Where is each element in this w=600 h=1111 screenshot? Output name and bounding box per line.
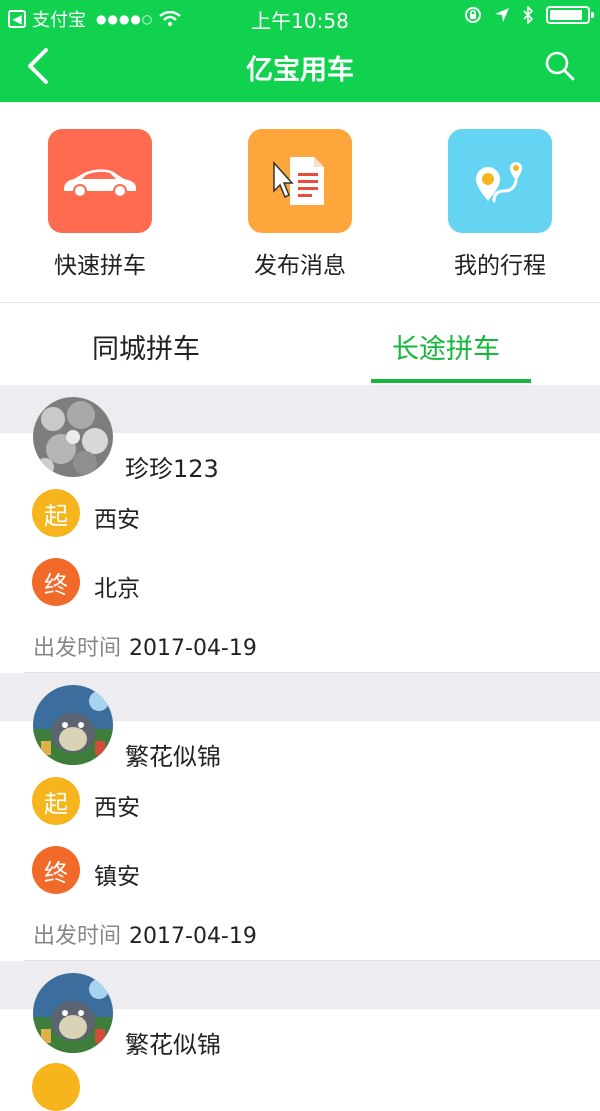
map-pin-route-icon [448, 129, 552, 233]
action-label: 快速拼车 [54, 253, 146, 279]
location-arrow-icon [495, 8, 509, 22]
username: 珍珍123 [125, 455, 219, 483]
active-tab-indicator [371, 379, 531, 383]
username: 繁花似锦 [125, 1031, 221, 1059]
avatar[interactable] [33, 397, 113, 477]
start-location: 西安 [94, 507, 140, 533]
start-badge: 起 [32, 777, 80, 825]
departure-label: 出发时间 [33, 636, 122, 661]
status-bar: ◀ 支付宝 ●●●●○ 上午10:58 [0, 0, 600, 34]
post-card[interactable]: 繁花似锦 起 西安 终 镇安 出发时间 2017-04-19 [0, 685, 600, 961]
end-badge: 终 [32, 558, 80, 606]
action-publish-message[interactable]: 发布消息 [225, 129, 375, 280]
username: 繁花似锦 [125, 743, 221, 771]
battery-icon [546, 6, 594, 24]
tab-bar: 同城拼车 长途拼车 [0, 303, 600, 385]
action-my-trips[interactable]: 我的行程 [425, 129, 575, 280]
avatar[interactable] [33, 685, 113, 765]
search-icon[interactable] [544, 50, 576, 82]
start-location: 西安 [94, 795, 140, 821]
departure-label: 出发时间 [33, 924, 122, 949]
post-card[interactable]: 繁花似锦 [0, 973, 600, 1111]
app-header: ◀ 支付宝 ●●●●○ 上午10:58 亿宝用车 [0, 0, 600, 102]
bluetooth-icon [523, 6, 534, 24]
post-card[interactable]: 珍珍123 起 西安 终 北京 出发时间 2017-04-19 [0, 397, 600, 673]
avatar[interactable] [33, 973, 113, 1053]
tab-long-distance-carpool[interactable]: 长途拼车 [392, 327, 500, 366]
tab-city-carpool[interactable]: 同城拼车 [92, 327, 200, 366]
departure-time: 出发时间 2017-04-19 [33, 630, 257, 662]
departure-date: 2017-04-19 [129, 924, 257, 949]
action-quick-carpool[interactable]: 快速拼车 [25, 129, 175, 280]
action-label: 我的行程 [454, 253, 546, 279]
departure-time: 出发时间 2017-04-19 [33, 918, 257, 950]
start-badge: 起 [32, 489, 80, 537]
start-badge [32, 1063, 80, 1111]
quick-actions: 快速拼车 发布消息 我的行程 [0, 102, 600, 303]
end-location: 北京 [94, 576, 140, 602]
document-pointer-icon [248, 129, 352, 233]
car-icon [48, 129, 152, 233]
end-badge: 终 [32, 846, 80, 894]
page-title: 亿宝用车 [246, 55, 354, 86]
departure-date: 2017-04-19 [129, 636, 257, 661]
orientation-lock-icon [465, 7, 481, 23]
action-label: 发布消息 [254, 253, 346, 279]
end-location: 镇安 [94, 864, 140, 890]
